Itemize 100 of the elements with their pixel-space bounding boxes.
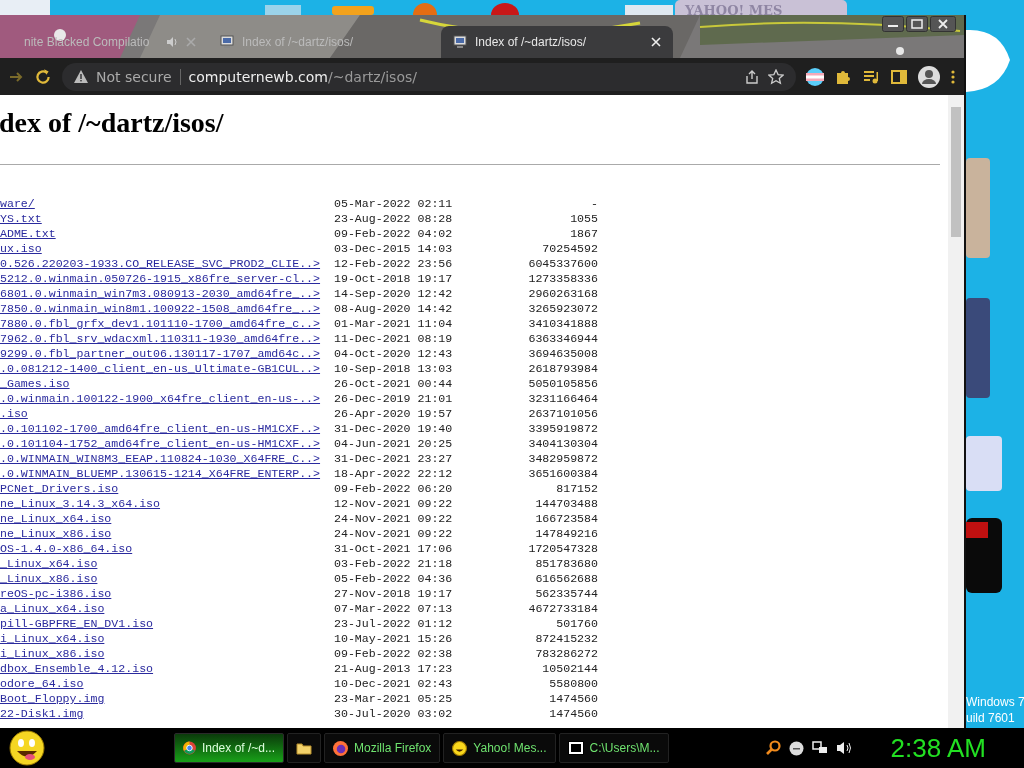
menu-icon[interactable]: [950, 68, 956, 85]
modified-date: 03-Dec-2015 14:03: [334, 241, 454, 256]
file-link[interactable]: _Linux_x64.iso: [0, 557, 98, 570]
file-link[interactable]: 5212.0.winmain.050726-1915_x86fre_server-cl..>: [0, 272, 321, 285]
volume-icon[interactable]: [835, 740, 852, 756]
file-link[interactable]: .0.101104-1752_amd64fre_client_en-us-HM1CXF..>: [0, 437, 321, 450]
maximize-button[interactable]: [906, 16, 928, 32]
file-link[interactable]: .0.winmain.100122-1900_x64fre_client_en-us-..>: [0, 392, 321, 405]
modified-date: 11-Dec-2021 08:19: [334, 331, 454, 346]
file-link[interactable]: pill-GBPFRE_EN_DV1.iso: [0, 617, 154, 630]
star-icon[interactable]: [768, 68, 784, 85]
file-link[interactable]: 7850.0.winmain_win8m1.100922-1508_amd64fre_..>: [0, 302, 321, 315]
smiley-start-button[interactable]: [8, 730, 46, 766]
security-label: Not secure: [96, 68, 181, 85]
flag-icon[interactable]: [806, 67, 824, 86]
file-link[interactable]: ne_Linux_x64.iso: [0, 512, 112, 525]
modified-date: 03-Feb-2022 21:18: [334, 556, 454, 571]
file-link[interactable]: PCNet_Drivers.iso: [0, 482, 119, 495]
clock[interactable]: 2:38 AM: [890, 732, 986, 764]
modified-date: 14-Sep-2020 12:42: [334, 286, 454, 301]
file-link[interactable]: i_Linux_x64.iso: [0, 632, 105, 645]
file-link[interactable]: 22-Disk1.img: [0, 707, 84, 720]
modified-date: 24-Nov-2021 09:22: [334, 526, 454, 541]
file-size: 3404130304: [527, 436, 598, 451]
modified-date: 31-Dec-2021 23:27: [334, 451, 454, 466]
file-link[interactable]: YS.txt: [0, 212, 42, 225]
file-size: 783286272: [534, 646, 598, 661]
file-size: 2637101056: [527, 406, 598, 421]
side-panel-icon[interactable]: [890, 67, 908, 86]
taskbar-button[interactable]: C:\Users\M...: [558, 733, 669, 763]
file-link[interactable]: 9299.0.fbl_partner_out06.130117-1707_amd64c..>: [0, 347, 321, 360]
search-icon[interactable]: [764, 740, 781, 756]
file-link[interactable]: odore_64.iso: [0, 677, 84, 690]
file-size: 5050105856: [527, 376, 598, 391]
modified-date: 23-Mar-2021 05:25: [334, 691, 454, 706]
file-link[interactable]: i_Linux_x86.iso: [0, 647, 105, 660]
modified-date: 04-Oct-2020 12:43: [334, 346, 454, 361]
file-size: 851783680: [534, 556, 598, 571]
reload-icon[interactable]: [34, 67, 52, 86]
file-link[interactable]: _Games.iso: [0, 377, 70, 390]
file-size: 6363346944: [527, 331, 598, 346]
avatar-icon[interactable]: [918, 65, 940, 88]
file-link[interactable]: 0.526.220203-1933.CO_RELEASE_SVC_PROD2_CLIE..>: [0, 257, 321, 270]
modified-date: 26-Apr-2020 19:57: [334, 406, 454, 421]
speaker-icon: [166, 36, 178, 48]
file-link[interactable]: .0.WINMAIN_WIN8M3_EEAP.110824-1030_X64FRE_C..>: [0, 452, 321, 465]
file-link[interactable]: reOS-pc-i386.iso: [0, 587, 112, 600]
file-size: 166723584: [534, 511, 598, 526]
file-link[interactable]: 7962.0.fbl_srv_wdacxml.110311-1930_amd64fre..>: [0, 332, 321, 345]
file-link[interactable]: .0.WINMAIN_BLUEMP.130615-1214_X64FRE_ENTERP..>: [0, 467, 321, 480]
scrollbar-thumb[interactable]: [951, 107, 961, 237]
file-size: 3265923072: [527, 301, 598, 316]
modified-date: 10-May-2021 15:26: [334, 631, 454, 646]
status-icon[interactable]: [788, 740, 804, 756]
file-size: 1474560: [548, 691, 598, 706]
modified-date: 04-Jun-2021 20:25: [334, 436, 454, 451]
network-icon[interactable]: [811, 740, 828, 756]
scrollbar[interactable]: [948, 95, 964, 728]
folder-icon: [296, 741, 312, 755]
file-size: 3651600384: [527, 466, 598, 481]
file-link[interactable]: 6801.0.winmain_win7m3.080913-2030_amd64fre_..>: [0, 287, 321, 300]
file-size: 5580800: [548, 676, 598, 691]
file-size: 3395919872: [527, 421, 598, 436]
taskbar-button[interactable]: [287, 733, 321, 763]
file-size: 144703488: [534, 496, 598, 511]
modified-date: 09-Feb-2022 06:20: [334, 481, 454, 496]
address-bar[interactable]: Not secure computernewb.com/~dartz/isos/: [62, 62, 796, 91]
taskbar-button[interactable]: Index of /~d...: [174, 733, 284, 763]
taskbar-button[interactable]: Yahoo! Mes...: [443, 733, 556, 763]
file-link[interactable]: ware/: [0, 197, 35, 210]
taskbar-button[interactable]: Mozilla Firefox: [324, 733, 441, 763]
file-link[interactable]: ux.iso: [0, 242, 42, 255]
file-size: 4672733184: [527, 601, 598, 616]
modified-date: 10-Sep-2018 13:03: [334, 361, 454, 376]
file-link[interactable]: a_Linux_x64.iso: [0, 602, 105, 615]
share-icon[interactable]: [744, 68, 760, 85]
file-link[interactable]: Boot_Floppy.img: [0, 692, 105, 705]
file-link[interactable]: OS-1.4.0-x86_64.iso: [0, 542, 133, 555]
file-size: 3482959872: [527, 451, 598, 466]
close-button[interactable]: [930, 16, 956, 32]
minimize-button[interactable]: [882, 16, 904, 32]
file-size: -: [590, 196, 598, 211]
smiley-icon: [452, 740, 468, 756]
file-link[interactable]: dbox_Ensemble_4.12.iso: [0, 662, 154, 675]
file-link[interactable]: ADME.txt: [0, 227, 56, 240]
file-link[interactable]: ne_Linux_3.14.3_x64.iso: [0, 497, 161, 510]
file-link[interactable]: _Linux_x86.iso: [0, 572, 98, 585]
file-size: 70254592: [541, 241, 598, 256]
file-link[interactable]: 7880.0.fbl_grfx_dev1.101110-1700_amd64fre_c..>: [0, 317, 321, 330]
file-link[interactable]: .0.081212-1400_client_en-us_Ultimate-GB1CUL..>: [0, 362, 321, 375]
firefox-icon: [333, 740, 348, 756]
file-size: 2960263168: [527, 286, 598, 301]
file-link[interactable]: ne_Linux_x86.iso: [0, 527, 112, 540]
modified-date: 12-Nov-2021 09:22: [334, 496, 454, 511]
browser-tab[interactable]: Index of /~dartz/isos/: [441, 26, 673, 58]
file-size: 1720547328: [527, 541, 598, 556]
modified-date: 26-Oct-2021 00:44: [334, 376, 454, 391]
file-link[interactable]: .0.101102-1700_amd64fre_client_en-us-HM1CXF..>: [0, 422, 321, 435]
page-heading: dex of /~dartz/isos/: [0, 107, 225, 139]
file-link[interactable]: .iso: [0, 407, 28, 420]
